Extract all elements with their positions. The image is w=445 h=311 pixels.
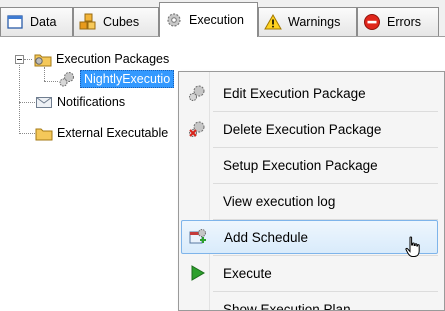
add-schedule-icon: [189, 229, 206, 244]
edit-gear-icon: [189, 85, 205, 101]
menu-item-label: Delete Execution Package: [223, 121, 382, 137]
gears-icon: [59, 72, 74, 87]
tab-label: Errors: [387, 15, 422, 29]
tab-execution[interactable]: Execution: [159, 2, 258, 37]
menu-item-label: View execution log: [223, 193, 336, 209]
tree-node-notifications[interactable]: Notifications: [35, 93, 125, 111]
tree-line: [19, 65, 20, 134]
tab-label: Data: [30, 15, 57, 29]
tree-line: [19, 133, 35, 134]
gear-icon: [167, 13, 181, 27]
tree-line: [44, 67, 45, 81]
menu-item-label: Setup Execution Package: [223, 157, 378, 173]
table-icon: [7, 15, 23, 29]
tab-label: Cubes: [103, 15, 140, 29]
menu-item-edit-execution-package[interactable]: Edit Execution Package: [181, 76, 438, 110]
menu-item-execute[interactable]: Execute: [181, 256, 438, 290]
tree-node-execution-packages[interactable]: Execution Packages: [34, 50, 169, 68]
delete-gear-icon: [189, 121, 205, 137]
tab-data[interactable]: Data: [0, 7, 73, 36]
menu-item-label: Add Schedule: [224, 229, 309, 245]
tree-node-nightly-execution[interactable]: NightlyExecutio: [58, 70, 175, 88]
cubes-icon: [79, 13, 96, 30]
tab-label: Execution: [189, 13, 244, 27]
context-menu: Edit Execution Package Delete Execution …: [178, 71, 445, 311]
menu-item-delete-execution-package[interactable]: Delete Execution Package: [181, 112, 438, 146]
menu-item-add-schedule[interactable]: Add Schedule: [181, 220, 438, 254]
warning-icon: [264, 13, 282, 30]
tab-strip: Data Cubes Execution Warnings Errors: [0, 0, 445, 37]
error-icon: [364, 14, 380, 30]
tree-node-label: External Executable: [57, 126, 169, 140]
tree-node-label: Notifications: [57, 95, 126, 109]
menu-item-view-execution-log[interactable]: View execution log: [181, 184, 438, 218]
tree-node-label: Execution Packages: [56, 52, 170, 66]
menu-item-label: Execute: [223, 265, 272, 281]
mouse-pointer-icon: [405, 236, 420, 257]
play-icon: [191, 265, 205, 281]
tree-node-label: NightlyExecutio: [80, 70, 175, 88]
tree-node-external-executable[interactable]: External Executable: [35, 124, 168, 142]
tab-label: Warnings: [288, 15, 341, 29]
tree-line: [44, 81, 58, 82]
tab-cubes[interactable]: Cubes: [73, 7, 159, 36]
envelope-icon: [36, 97, 52, 108]
menu-item-label: Show Execution Plan: [223, 301, 351, 311]
tree-line: [19, 102, 35, 103]
collapse-toggle[interactable]: [15, 55, 24, 64]
package-folder-icon: [34, 54, 52, 67]
folder-icon: [35, 128, 53, 141]
menu-item-setup-execution-package[interactable]: Setup Execution Package: [181, 148, 438, 182]
tab-warnings[interactable]: Warnings: [258, 7, 357, 36]
tree-line: [24, 59, 32, 60]
menu-item-label: Edit Execution Package: [223, 85, 366, 101]
menu-item-show-execution-plan[interactable]: Show Execution Plan: [181, 292, 438, 311]
tab-errors[interactable]: Errors: [357, 7, 439, 36]
